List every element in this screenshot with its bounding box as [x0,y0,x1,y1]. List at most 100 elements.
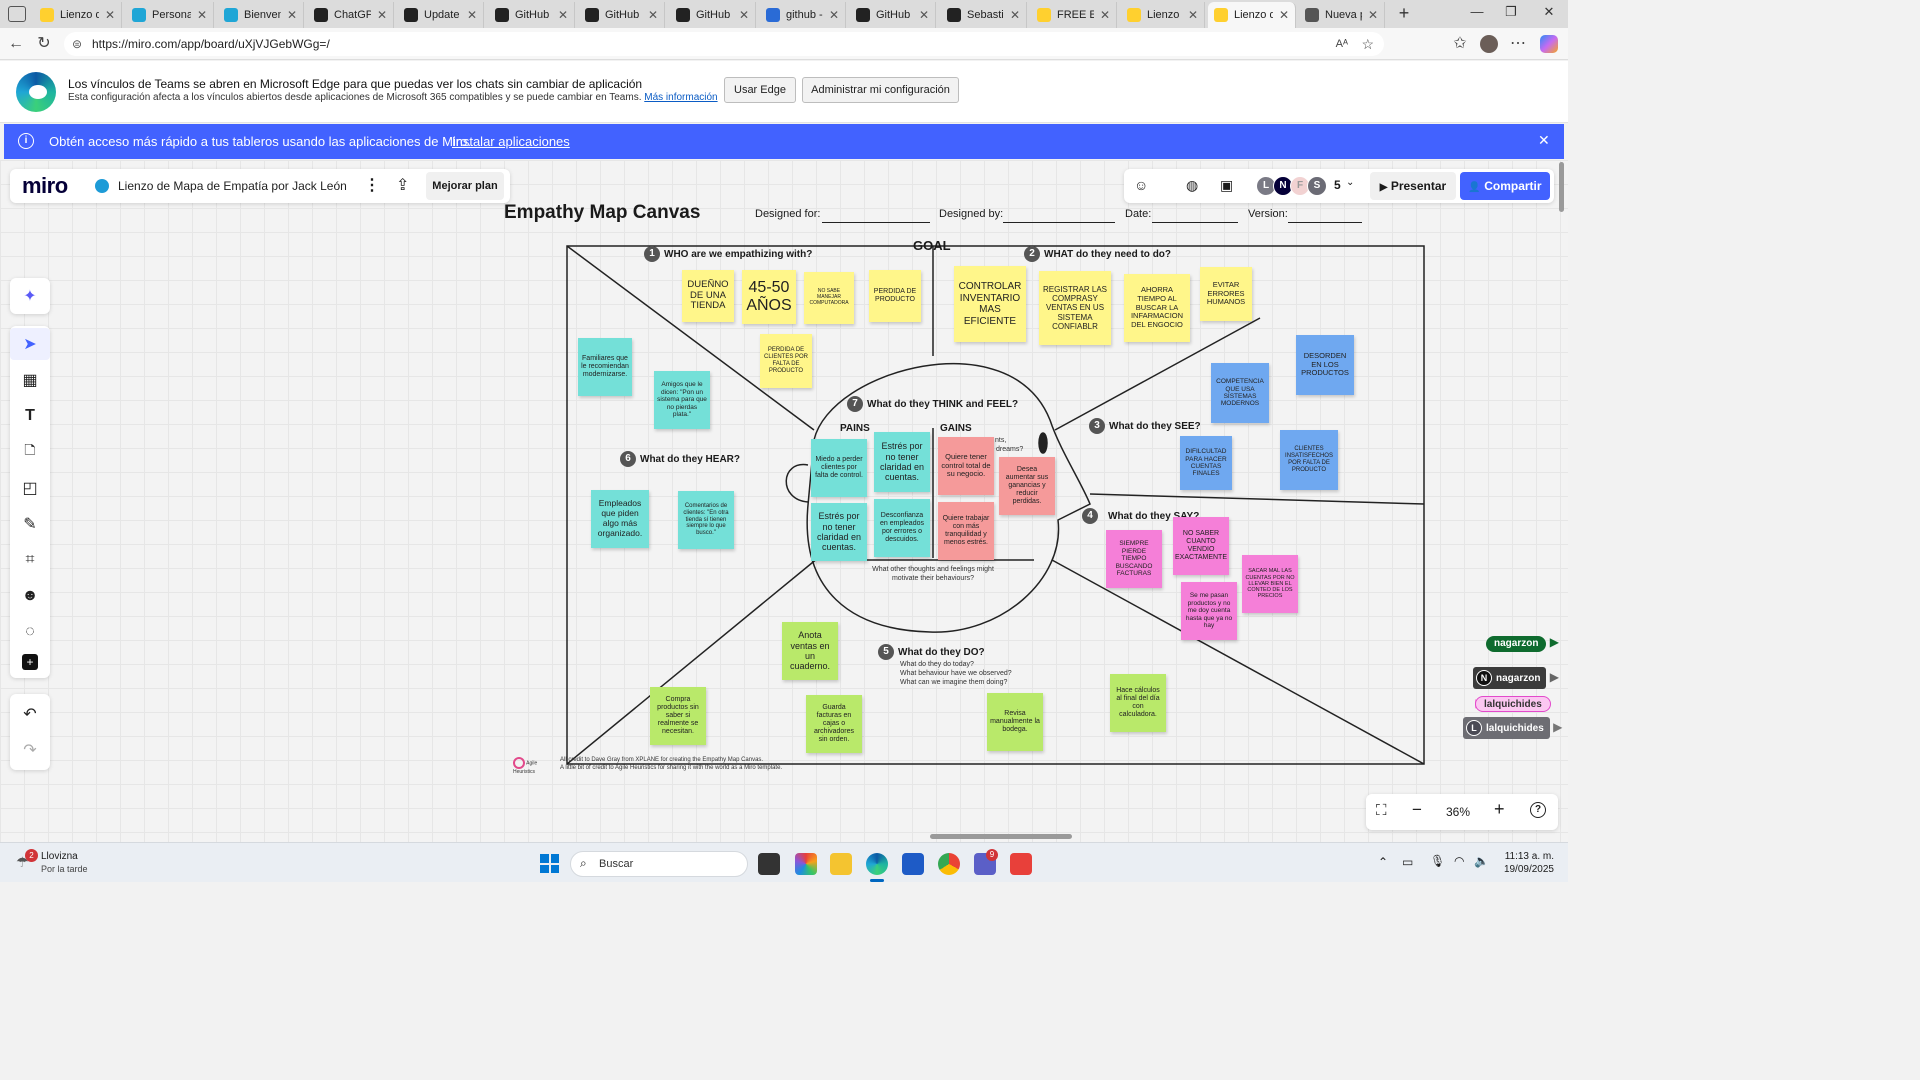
wifi-icon[interactable]: ◠ [1454,854,1464,868]
chrome-icon[interactable] [938,853,960,875]
more-info-link[interactable]: Más información [644,92,717,103]
favorites-icon[interactable]: ✩ [1450,34,1470,54]
browser-tab[interactable]: github - E ✕ [760,2,846,28]
browser-tab[interactable]: Personali ✕ [126,2,214,28]
browser-tab[interactable]: FREE Emp ✕ [1031,2,1117,28]
clock-time[interactable]: 11:13 a. m. [1500,851,1554,862]
sticky-note[interactable]: PERDIDA DE PRODUCTO [869,270,921,322]
close-tab-icon[interactable]: ✕ [829,8,839,22]
close-tab-icon[interactable]: ✕ [1188,8,1198,22]
taskbar-search[interactable]: ⌕ Buscar [570,851,748,877]
site-info-icon[interactable]: ⊜ [72,32,82,56]
sticky-note[interactable]: SIEMPRE PIERDE TIEMPO BUSCANDO FACTURAS [1106,530,1162,588]
microphone-icon[interactable]: 🎙 [1430,854,1445,868]
manage-settings-button[interactable]: Administrar mi configuración [802,77,959,103]
profile-avatar[interactable] [1480,35,1498,53]
file-explorer-icon[interactable] [830,853,852,875]
help-icon[interactable]: ? [1530,802,1546,818]
store-icon[interactable] [902,853,924,875]
sticky-note[interactable]: 45-50 AÑOS [742,270,796,324]
close-tab-icon[interactable]: ✕ [1368,8,1378,22]
install-apps-link[interactable]: Instalar aplicaciones [452,134,570,149]
close-tab-icon[interactable]: ✕ [1010,8,1020,22]
zoom-out-icon[interactable]: − [1412,800,1422,820]
browser-tab[interactable]: ChatGPT ✕ [308,2,394,28]
browser-tab[interactable]: Lienzo de ✕ [34,2,122,28]
sticky-note[interactable]: DESORDEN EN LOS PRODUCTOS [1296,335,1354,395]
sticky-note[interactable]: Estrés por no tener claridad en cuentas. [874,432,930,492]
back-icon[interactable]: ← [6,34,26,54]
sticky-note[interactable]: Empleados que piden algo más organizado. [591,490,649,548]
edge-taskbar-icon[interactable] [866,853,888,875]
battery-icon[interactable]: ▭ [1402,855,1413,869]
close-window-icon[interactable]: ✕ [1534,4,1564,24]
use-edge-button[interactable]: Usar Edge [724,77,796,103]
sticky-note[interactable]: Se me pasan productos y no me doy cuenta… [1181,582,1237,640]
close-tab-icon[interactable]: ✕ [648,8,658,22]
sticky-note[interactable]: Revisa manualmente la bodega. [987,693,1043,751]
windows-start-icon[interactable] [540,854,559,873]
sticky-note[interactable]: CLIENTES INSATISFECHOS POR FALTA DE PROD… [1280,430,1338,490]
close-tab-icon[interactable]: ✕ [377,8,387,22]
sticky-note[interactable]: Desconfianza en empleados por errores o … [874,499,930,557]
copilot-icon[interactable] [1540,35,1558,53]
url-field[interactable]: ⊜ https://miro.com/app/board/uXjVJGebWGg… [64,32,1384,56]
horizontal-scrollbar[interactable] [930,834,1072,839]
show-hidden-icons[interactable]: ⌃ [1378,855,1388,869]
sticky-note[interactable]: Anota ventas en un cuaderno. [782,622,838,680]
close-tab-icon[interactable]: ✕ [467,8,477,22]
sticky-note[interactable]: Quiere tener control total de su negocio… [938,437,994,495]
tab-actions-icon[interactable] [8,6,26,22]
minimize-icon[interactable]: — [1462,4,1492,24]
close-tab-icon[interactable]: ✕ [105,8,115,22]
volume-icon[interactable]: 🔈 [1474,854,1489,868]
sticky-note[interactable]: AHORRA TIEMPO AL BUSCAR LA INFARMACION D… [1124,274,1190,342]
browser-tab[interactable]: Lienzo de ✕ [1121,2,1205,28]
close-tab-icon[interactable]: ✕ [1279,8,1289,22]
sticky-note[interactable]: Familiares que le recomiendan modernizar… [578,338,632,396]
sticky-note[interactable]: Desea aumentar sus ganancias y reducir p… [999,457,1055,515]
browser-tab[interactable]: GitHub - ✕ [670,2,756,28]
close-tab-icon[interactable]: ✕ [919,8,929,22]
sticky-note[interactable]: PERDIDA DE CLIENTES POR FALTA DE PRODUCT… [760,334,812,388]
sticky-note[interactable]: Compra productos sin saber si realmente … [650,687,706,745]
close-tab-icon[interactable]: ✕ [1100,8,1110,22]
microsoft-365-icon[interactable] [795,853,817,875]
zoom-in-icon[interactable]: + [1494,799,1505,820]
close-tab-icon[interactable]: ✕ [197,8,207,22]
task-view-icon[interactable] [758,853,780,875]
sticky-note[interactable]: CONTROLAR INVENTARIO MAS EFICIENTE [954,266,1026,342]
vertical-scrollbar[interactable] [1559,162,1564,212]
board-canvas[interactable]: miro Lienzo de Mapa de Empatía por Jack … [0,160,1568,842]
read-aloud-icon[interactable]: Aᴬ [1336,32,1348,56]
zoom-level[interactable]: 36% [1446,805,1470,819]
sticky-note[interactable]: Comentarios de clientes: "En otra tienda… [678,491,734,549]
browser-tab[interactable]: Lienzo de ✕ [1208,2,1296,28]
sticky-note[interactable]: Quiere trabajar con más tranquilidad y m… [938,502,994,560]
browser-tab[interactable]: Update h ✕ [398,2,484,28]
more-menu-icon[interactable]: ⋯ [1508,34,1528,54]
sticky-note[interactable]: NO SABER CUANTO VENDIO EXACTAMENTE [1173,517,1229,575]
fit-to-screen-icon[interactable]: ⛶ [1376,802,1387,819]
new-tab-button[interactable]: + [1394,3,1414,23]
sticky-note[interactable]: DUEÑNO DE UNA TIENDA [682,270,734,322]
sticky-note[interactable]: Miedo a perder clientes por falta de con… [811,439,867,497]
browser-tab[interactable]: GitHub ✕ [850,2,936,28]
sticky-note[interactable]: DIFILCULTAD PARA HACER CUENTAS FINALES [1180,436,1232,490]
browser-tab[interactable]: Bienvenid ✕ [218,2,304,28]
browser-tab[interactable]: GitHub - ✕ [579,2,665,28]
weather-label[interactable]: Llovizna [41,851,78,862]
favorite-star-icon[interactable]: ☆ [1361,32,1374,56]
reload-icon[interactable]: ↻ [34,34,54,54]
close-banner-icon[interactable]: ✕ [1538,132,1550,149]
browser-tab[interactable]: Sebastian ✕ [941,2,1027,28]
sticky-note[interactable]: NO SABE MANEJAR COMPUTADORA [804,272,854,324]
close-tab-icon[interactable]: ✕ [287,8,297,22]
browser-tab[interactable]: Nueva pe ✕ [1299,2,1385,28]
close-tab-icon[interactable]: ✕ [558,8,568,22]
close-tab-icon[interactable]: ✕ [739,8,749,22]
sticky-note[interactable]: SACAR MAL LAS CUENTAS POR NO LLEVAR BIEN… [1242,555,1298,613]
sticky-note[interactable]: EVITAR ERRORES HUMANOS [1200,267,1252,321]
sticky-note[interactable]: REGISTRAR LAS COMPRASY VENTAS EN US SIST… [1039,271,1111,345]
sticky-note[interactable]: Hace cálculos al final del día con calcu… [1110,674,1166,732]
